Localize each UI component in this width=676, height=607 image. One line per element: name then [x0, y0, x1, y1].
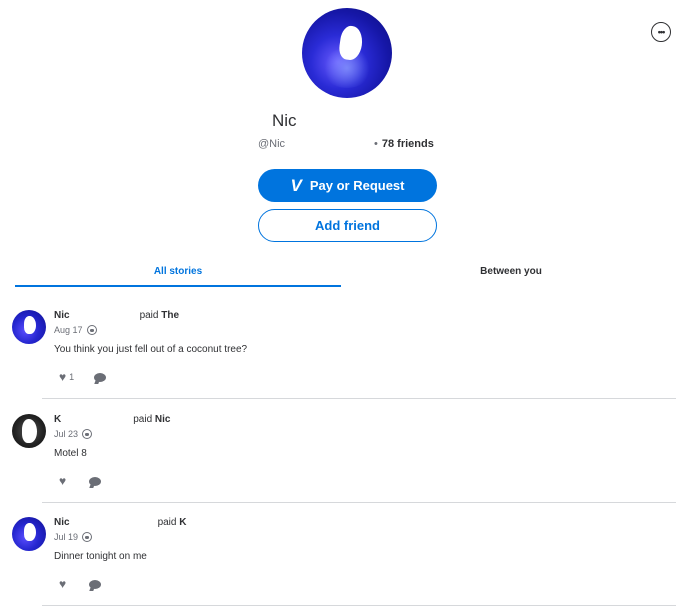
globe-icon — [82, 429, 93, 439]
tab-all-stories[interactable]: All stories — [15, 266, 341, 277]
like-count: 1 — [69, 372, 75, 382]
story-meta: Jul 19 — [54, 532, 93, 542]
story-verb: paid — [139, 310, 159, 321]
story-divider — [42, 398, 676, 399]
story-divider — [42, 605, 676, 606]
friends-count-label: 78 friends — [381, 138, 434, 150]
like-button[interactable]: ♥ — [59, 577, 69, 591]
heart-icon: ♥ — [59, 474, 67, 488]
like-button[interactable]: ♥ 1 — [59, 370, 74, 384]
story-meta: Aug 17 — [54, 325, 97, 335]
profile-handle: @Nic — [258, 138, 286, 150]
story-payer[interactable]: Nic — [54, 517, 70, 528]
story-verb: paid — [157, 517, 177, 528]
globe-icon — [82, 532, 93, 542]
story-avatar[interactable] — [12, 310, 46, 344]
profile-name: Nic — [272, 111, 297, 130]
like-button[interactable]: ♥ — [59, 474, 69, 488]
story-title: Kpaid Nic — [54, 414, 170, 425]
story-title: Nic paid The — [54, 310, 179, 321]
story-actions: ♥ — [59, 474, 102, 488]
comment-icon[interactable] — [94, 372, 107, 382]
story-note: Dinner tonight on me — [54, 551, 147, 562]
pay-or-request-button[interactable]: V Pay or Request — [258, 169, 437, 202]
story-payee[interactable]: Nic — [155, 414, 171, 425]
story-actions: ♥ — [59, 577, 102, 591]
story-avatar[interactable] — [12, 517, 46, 551]
story-verb: paid — [133, 414, 153, 425]
friends-count[interactable]: • 78 friends — [374, 138, 434, 150]
story-note: Motel 8 — [54, 448, 87, 459]
add-friend-button[interactable]: Add friend — [258, 209, 437, 242]
add-friend-label: Add friend — [315, 218, 380, 233]
tab-between-you[interactable]: Between you — [341, 266, 676, 277]
story-date: Aug 17 — [54, 325, 83, 335]
active-tab-indicator — [15, 285, 341, 287]
more-options-button[interactable]: ••• — [651, 22, 671, 42]
story-payer[interactable]: K — [54, 414, 61, 425]
pay-or-request-label: Pay or Request — [309, 178, 405, 193]
story-payer[interactable]: Nic — [54, 310, 70, 321]
friends-separator: • — [374, 138, 378, 150]
avatar-redaction — [24, 316, 36, 334]
story-avatar[interactable] — [12, 414, 46, 448]
more-icon: ••• — [657, 26, 666, 37]
story-date: Jul 19 — [54, 532, 79, 542]
story-date: Jul 23 — [54, 429, 79, 439]
story-divider — [42, 502, 676, 503]
heart-icon: ♥ — [59, 370, 67, 384]
avatar-redaction — [24, 523, 36, 541]
story-actions: ♥ 1 — [59, 370, 107, 384]
story-title: Nic paid K — [54, 517, 186, 528]
profile-avatar — [302, 8, 392, 98]
avatar-redaction — [22, 419, 37, 443]
globe-icon — [86, 325, 97, 335]
venmo-logo-icon: V — [290, 175, 302, 195]
story-note: You think you just fell out of a coconut… — [54, 344, 248, 355]
story-meta: Jul 23 — [54, 429, 93, 439]
comment-icon[interactable] — [89, 476, 102, 486]
comment-icon[interactable] — [89, 579, 102, 589]
story-payee[interactable]: The — [161, 310, 179, 321]
story-payee[interactable]: K — [179, 517, 186, 528]
heart-icon: ♥ — [59, 577, 67, 591]
